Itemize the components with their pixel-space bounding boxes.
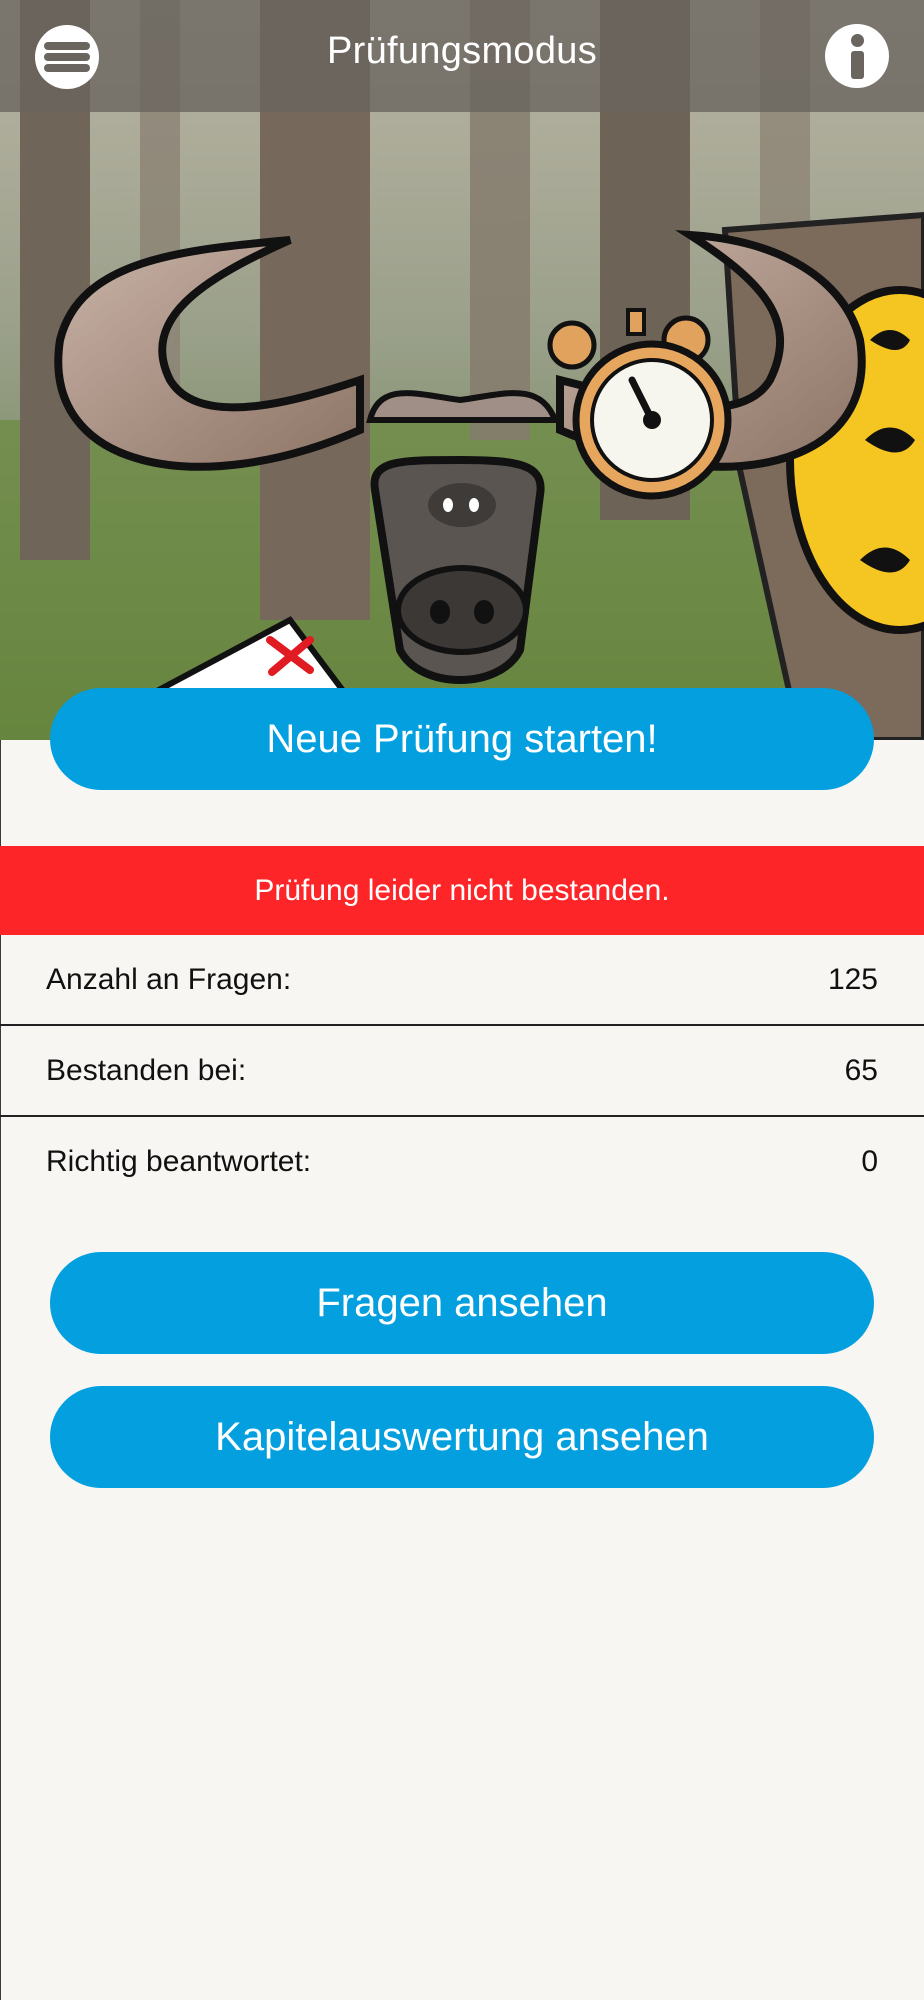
page-title: Prüfungsmodus [326, 30, 598, 72]
stat-value: 0 [861, 1144, 878, 1178]
stat-row-pass-threshold: Bestanden bei: 65 [0, 1026, 924, 1115]
stat-label: Anzahl an Fragen: [46, 962, 292, 996]
app-header: Prüfungsmodus [0, 0, 924, 112]
view-chapter-evaluation-button[interactable]: Kapitelauswertung ansehen [50, 1386, 874, 1488]
stat-value: 125 [827, 962, 878, 996]
stat-row-correct-answers: Richtig beantwortet: 0 [0, 1117, 924, 1206]
start-exam-button[interactable]: Neue Prüfung starten! [50, 688, 874, 790]
stat-row-question-count: Anzahl an Fragen: 125 [0, 935, 924, 1024]
stat-value: 65 [844, 1053, 878, 1087]
info-icon[interactable] [825, 24, 889, 88]
view-questions-button[interactable]: Fragen ansehen [50, 1252, 874, 1354]
result-status-banner: Prüfung leider nicht bestanden. [0, 846, 924, 935]
exam-stats-list: Anzahl an Fragen: 125 Bestanden bei: 65 … [0, 935, 924, 1206]
stat-label: Bestanden bei: [46, 1053, 247, 1087]
stat-label: Richtig beantwortet: [46, 1144, 312, 1178]
